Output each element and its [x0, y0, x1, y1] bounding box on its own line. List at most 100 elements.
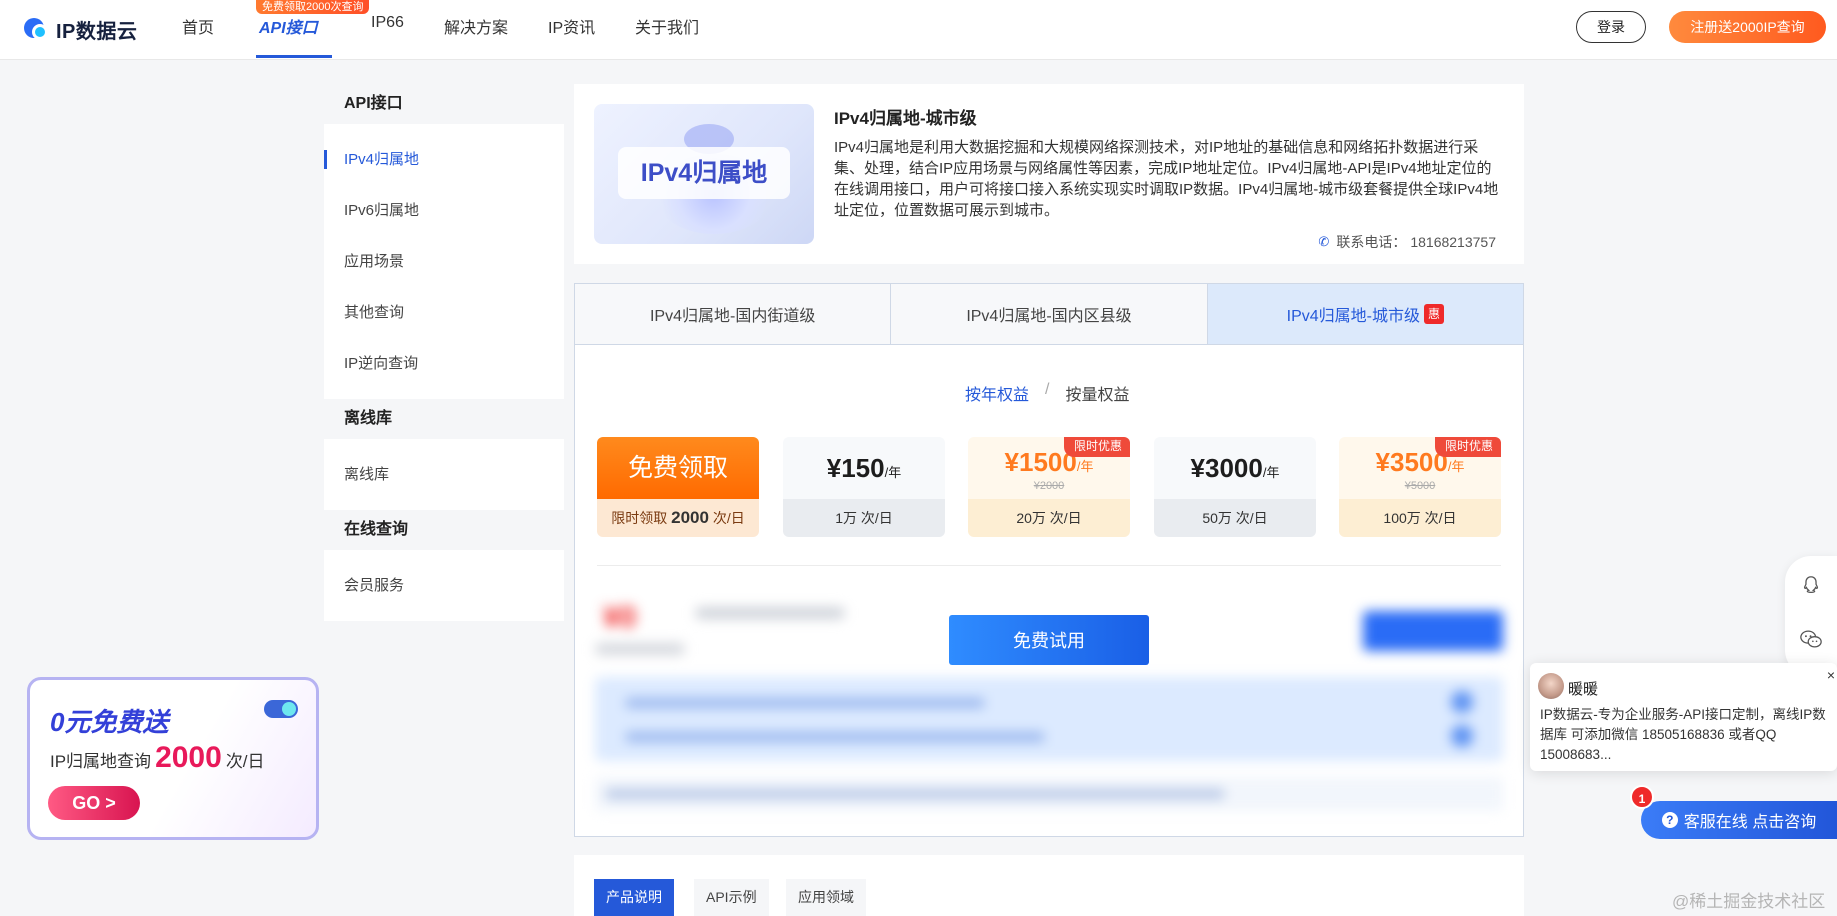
agent-name: 暖暖 [1568, 681, 1599, 698]
contact-phone-number: 18168213757 [1410, 234, 1496, 250]
pricing-panel: 按年权益 / 按量权益 免费领取 限时领取 2000 次/日 ¥150/年 1万… [574, 344, 1524, 837]
tab-label: IPv4归属地-国内街道级 [649, 308, 816, 325]
toggle-icon [264, 700, 298, 718]
tab-city-level[interactable]: IPv4归属地-城市级 惠 [1207, 284, 1523, 344]
limited-offer-ribbon: 限时优惠 [1434, 437, 1501, 457]
notification-badge: 1 [1630, 785, 1654, 809]
avatar [1538, 673, 1564, 699]
billing-mode-switch: 按年权益 / 按量权益 [965, 381, 1129, 405]
divider [597, 565, 1501, 566]
discount-badge: 惠 [1424, 304, 1444, 324]
sidebar-group-title-online: 在线查询 [324, 510, 564, 550]
nav-about[interactable]: 关于我们 [635, 14, 699, 38]
nav-ip-news[interactable]: IP资讯 [548, 14, 595, 38]
plan-free-quota: 限时领取 2000 次/日 [597, 499, 759, 537]
mode-separator: / [1045, 381, 1050, 398]
plan-quota: 100万 次/日 [1339, 499, 1501, 537]
plan-free[interactable]: 免费领取 限时领取 2000 次/日 [597, 437, 759, 537]
plan-old-price: ¥2000 [1033, 480, 1065, 492]
close-icon[interactable]: × [1827, 667, 1835, 683]
sidebar-item-membership[interactable]: 会员服务 [324, 560, 564, 611]
sidebar-item-ipv4[interactable]: IPv4归属地 [324, 134, 564, 185]
product-description: IPv4归属地是利用大数据挖掘和大规模网络探测技术，对IP地址的基础信息和网络拓… [834, 139, 1499, 219]
product-image: IPv4归属地 [594, 104, 814, 244]
mode-volume[interactable]: 按量权益 [1065, 381, 1129, 405]
login-button[interactable]: 登录 [1576, 11, 1646, 43]
plan-old-price: ¥5000 [1404, 480, 1436, 492]
plan-1500[interactable]: ¥1500/年 ¥2000 20万 次/日 限时优惠 [968, 437, 1130, 537]
sidebar-item-other-query[interactable]: 其他查询 [324, 287, 564, 338]
plan-quota: 20万 次/日 [968, 499, 1130, 537]
top-navbar: IP数据云 首页 API接口 IP66 解决方案 IP资讯 关于我们 免费领取2… [0, 0, 1837, 60]
logo-text: IP数据云 [56, 20, 138, 43]
sidebar-group-online: 会员服务 [324, 550, 564, 621]
plan-price: ¥3000 [1190, 453, 1263, 483]
sidebar-group-title-api: API接口 [324, 84, 564, 124]
sidebar-item-reverse-ip[interactable]: IP逆向查询 [324, 338, 564, 389]
tab-product-intro[interactable]: 产品说明 [594, 879, 674, 916]
tab-county-level[interactable]: IPv4归属地-国内区县级 [891, 284, 1208, 344]
phone-icon: ✆ [1318, 234, 1330, 249]
promo-number: 2000 [155, 741, 222, 774]
logo[interactable]: IP数据云 [24, 13, 137, 45]
plan-free-suffix: 次/日 [712, 510, 745, 526]
qq-icon[interactable] [1799, 574, 1823, 598]
sidebar-group-title-offline: 离线库 [324, 399, 564, 439]
nav-solutions[interactable]: 解决方案 [444, 14, 508, 38]
nav-api[interactable]: API接口 [259, 14, 318, 38]
plan-free-title: 免费领取 [597, 437, 759, 499]
wechat-icon[interactable] [1799, 628, 1823, 652]
product-image-label: IPv4归属地 [618, 147, 790, 199]
free-query-badge: 免费领取2000次查询 [256, 0, 370, 14]
sidebar-item-ipv6[interactable]: IPv6归属地 [324, 185, 564, 236]
promo-line-suffix: 次/日 [225, 752, 265, 771]
nav-ip66[interactable]: IP66 [371, 14, 404, 32]
promo-banner[interactable]: 0元免费送 IP归属地查询 2000 次/日 GO > [27, 677, 319, 840]
floating-contact-bar [1785, 556, 1837, 676]
logo-icon [24, 16, 50, 42]
tab-label: IPv4归属地-国内区县级 [966, 308, 1132, 325]
promo-go-button[interactable]: GO > [48, 786, 140, 820]
free-trial-button[interactable]: 免费试用 [949, 615, 1149, 665]
tab-label: IPv4归属地-城市级 [1286, 308, 1420, 325]
plan-quota: 50万 次/日 [1154, 499, 1316, 537]
product-title: IPv4归属地-城市级 [834, 109, 977, 128]
detail-tabs: 产品说明 API示例 应用领域 [574, 855, 1524, 916]
plan-3000[interactable]: ¥3000/年 50万 次/日 [1154, 437, 1316, 537]
tab-street-level[interactable]: IPv4归属地-国内街道级 [575, 284, 892, 344]
plan-150[interactable]: ¥150/年 1万 次/日 [783, 437, 945, 537]
plan-free-prefix: 限时领取 [611, 510, 668, 526]
nav-home[interactable]: 首页 [182, 14, 214, 38]
tab-api-example[interactable]: API示例 [694, 879, 769, 916]
contact-phone-label: 联系电话： [1336, 234, 1407, 250]
plan-quota: 1万 次/日 [783, 499, 945, 537]
sidebar: API接口 IPv4归属地 IPv6归属地 应用场景 其他查询 IP逆向查询 离… [324, 84, 564, 621]
tab-application-areas[interactable]: 应用领域 [786, 879, 866, 916]
online-service-button[interactable]: ? 客服在线 点击咨询 [1641, 801, 1837, 839]
product-tabs: IPv4归属地-国内街道级 IPv4归属地-国内区县级 IPv4归属地-城市级 … [574, 283, 1524, 344]
sidebar-item-offline-db[interactable]: 离线库 [324, 449, 564, 500]
watermark: @稀土掘金技术社区 [1672, 892, 1826, 911]
contact-phone: ✆ 联系电话： 18168213757 [1318, 232, 1496, 252]
chat-message: IP数据云-专为企业服务-API接口定制，离线IP数据库 可添加微信 18505… [1540, 707, 1826, 762]
register-button[interactable]: 注册送2000IP查询 [1669, 11, 1826, 43]
limited-offer-ribbon: 限时优惠 [1063, 437, 1130, 457]
plan-price: ¥150 [826, 453, 885, 483]
question-icon: ? [1661, 812, 1678, 828]
plan-3500[interactable]: ¥3500/年 ¥5000 100万 次/日 限时优惠 [1339, 437, 1501, 537]
promo-line: IP归属地查询 2000 次/日 [50, 741, 265, 775]
sidebar-item-scenarios[interactable]: 应用场景 [324, 236, 564, 287]
service-button-label: 客服在线 点击咨询 [1683, 814, 1817, 831]
sidebar-group-offline: 离线库 [324, 439, 564, 510]
plan-unit: /年 [1076, 459, 1094, 474]
chat-popup[interactable]: 暖暖 × IP数据云-专为企业服务-API接口定制，离线IP数据库 可添加微信 … [1530, 663, 1837, 771]
promo-title: 0元免费送 [50, 707, 169, 737]
plan-unit: /年 [884, 465, 902, 480]
product-card: IPv4归属地 IPv4归属地-城市级 IPv4归属地是利用大数据挖掘和大规模网… [574, 84, 1524, 264]
plan-free-num: 2000 [671, 508, 709, 527]
plan-unit: /年 [1447, 459, 1465, 474]
mode-yearly[interactable]: 按年权益 [965, 381, 1029, 405]
nav-active-indicator [256, 55, 332, 58]
promo-line-prefix: IP归属地查询 [50, 752, 152, 771]
sidebar-group-api: IPv4归属地 IPv6归属地 应用场景 其他查询 IP逆向查询 [324, 124, 564, 399]
